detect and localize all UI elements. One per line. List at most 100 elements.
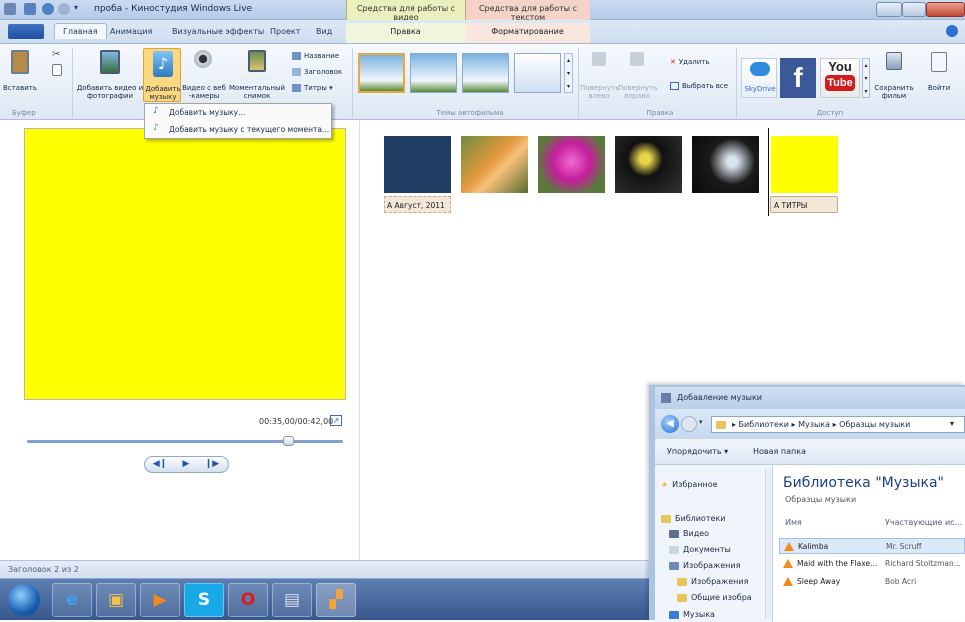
app-window-icon[interactable]: ▤ [272,583,312,617]
select-all-button[interactable]: Выбрать все [670,82,728,91]
dialog-address-bar: ◀ ▾ ▸ Библиотеки ▸ Музыка ▸ Образцы музы… [655,409,965,439]
address-box[interactable]: ▸ Библиотеки ▸ Музыка ▸ Образцы музыки ▾ [711,416,965,433]
list-item[interactable]: Maid with the Flaxe... Richard Stoltzman… [779,556,965,572]
clip-thumbnail[interactable] [461,136,528,193]
themes-scroll-button[interactable]: ▴ ▾ ▾ [564,53,573,93]
file-menu-button[interactable] [8,24,44,39]
explorer-icon[interactable]: ▣ [96,583,136,617]
maximize-button[interactable] [902,2,926,17]
skydrive-button[interactable]: SkyDrive [741,58,777,98]
theme-thumb-3[interactable] [462,53,509,93]
nav-images[interactable]: Изображения [669,561,740,570]
nav-documents[interactable]: Документы [669,545,731,554]
seek-thumb[interactable] [283,436,294,446]
snapshot-button[interactable]: Моментальный снимок [226,48,288,100]
access-scroll-button[interactable]: ▴ ▾ ▾ [862,58,870,98]
copy-icon[interactable] [52,64,62,76]
public-images-label: Общие изобра [691,593,752,602]
opera-icon[interactable]: O [228,583,268,617]
clip-thumbnail[interactable] [538,136,605,193]
heading-button[interactable]: Заголовок [292,68,342,77]
add-video-button[interactable]: Добавить видео и фотографии [76,48,144,100]
minimize-button[interactable] [876,2,902,17]
organize-button[interactable]: Упорядочить ▾ [667,447,728,456]
save-movie-button[interactable]: Сохранить фильм [872,48,916,100]
start-button[interactable] [8,584,40,616]
back-button[interactable]: ◀ [661,415,679,433]
column-name[interactable]: Имя [785,518,802,527]
caption-button[interactable]: Название [292,52,339,61]
add-music-now-item[interactable]: Добавить музыку с текущего момента... [169,125,329,134]
breadcrumb[interactable]: ▸ Библиотеки ▸ Музыка ▸ Образцы музыки [732,420,910,429]
app-icon [4,3,16,15]
movie-maker-icon[interactable]: ▞ [316,583,356,617]
theme-thumb-4[interactable] [514,53,561,93]
qat-menu-icon[interactable]: ▾ [74,3,82,15]
titles-caption[interactable]: A ТИТРЫ [770,196,838,213]
prev-frame-button[interactable]: ◀❙ [149,458,171,471]
credits-button[interactable]: Титры ▾ [292,84,333,93]
select-all-label: Выбрать все [682,82,729,90]
redo-icon[interactable] [58,3,70,15]
history-dropdown[interactable]: ▾ [699,418,703,426]
tab-view[interactable]: Вид [316,27,332,36]
new-folder-button[interactable]: Новая папка [753,447,806,456]
list-item[interactable]: Sleep Away Bob Acri [779,574,965,590]
nav-favorites[interactable]: ★ Избранное [661,480,718,489]
tab-edit[interactable]: Правка [346,23,465,43]
media-player-icon[interactable]: ▶ [140,583,180,617]
save-icon[interactable] [24,3,36,15]
help-icon[interactable] [946,25,958,37]
nav-video[interactable]: Видео [669,529,709,538]
credits-label: Титры [304,84,327,92]
rotate-left-button[interactable]: Повернуть влево [580,48,619,100]
add-music-button[interactable]: ♪ Добавить музыку [143,48,181,102]
next-frame-button[interactable]: ❙▶ [201,458,223,471]
music-note-icon: ♪ [153,106,159,116]
rotate-right-button[interactable]: Повернуть вправо [618,48,657,100]
delete-label: Удалить [678,58,710,66]
delete-button[interactable]: ✕ Удалить [670,58,710,67]
vlc-icon [783,559,793,568]
undo-icon[interactable] [42,3,54,15]
ie-icon[interactable]: e [52,583,92,617]
close-button[interactable] [926,2,965,17]
clip-thumbnail[interactable] [692,136,759,193]
facebook-button[interactable]: f [780,58,816,98]
nav-images-sub[interactable]: Изображения [677,577,748,586]
sign-in-button[interactable]: Войти [922,48,956,100]
add-music-item[interactable]: Добавить музыку... [169,108,245,117]
nav-public-images[interactable]: Общие изобра [677,593,752,602]
file-artist: Bob Acri [885,577,917,586]
address-dropdown[interactable]: ▾ [950,419,954,428]
play-button[interactable]: ▶ [175,458,197,471]
nav-music[interactable]: Музыка [669,610,715,619]
clip-thumbnail[interactable] [615,136,682,193]
tab-visual-effects[interactable]: Визуальные эффекты [172,27,264,36]
titles-clip[interactable] [771,136,838,193]
paste-button[interactable]: Вставить [2,48,38,98]
webcam-button[interactable]: Видео с веб -камеры [182,48,226,100]
theme-thumb-2[interactable] [410,53,457,93]
fullscreen-icon[interactable]: ↗ [330,415,342,426]
cut-icon[interactable]: ✂ [52,50,62,60]
credits-icon [292,84,301,92]
preview-monitor[interactable] [24,128,346,400]
list-item[interactable]: Kalimba Mr. Scruff [779,538,965,554]
nav-libraries[interactable]: Библиотеки [661,514,725,523]
playhead[interactable] [768,128,769,216]
tab-home[interactable]: Главная [54,23,107,39]
tab-project[interactable]: Проект [270,27,300,36]
video-label: Видео [683,529,710,538]
caption-overlay[interactable]: A Август, 2011 [384,196,451,213]
tab-animation[interactable]: Анимация [110,27,152,36]
skype-icon[interactable]: S [184,583,224,617]
seek-bar[interactable] [27,440,343,443]
theme-thumb-1[interactable] [358,53,405,93]
column-artist[interactable]: Участвующие ис... [885,518,962,527]
tab-format[interactable]: Форматирование [465,23,590,43]
youtube-button[interactable]: You Tube [820,58,860,98]
forward-button[interactable] [681,416,697,432]
clip-thumbnail[interactable] [384,136,451,193]
nav-scrollbar[interactable] [765,469,772,619]
